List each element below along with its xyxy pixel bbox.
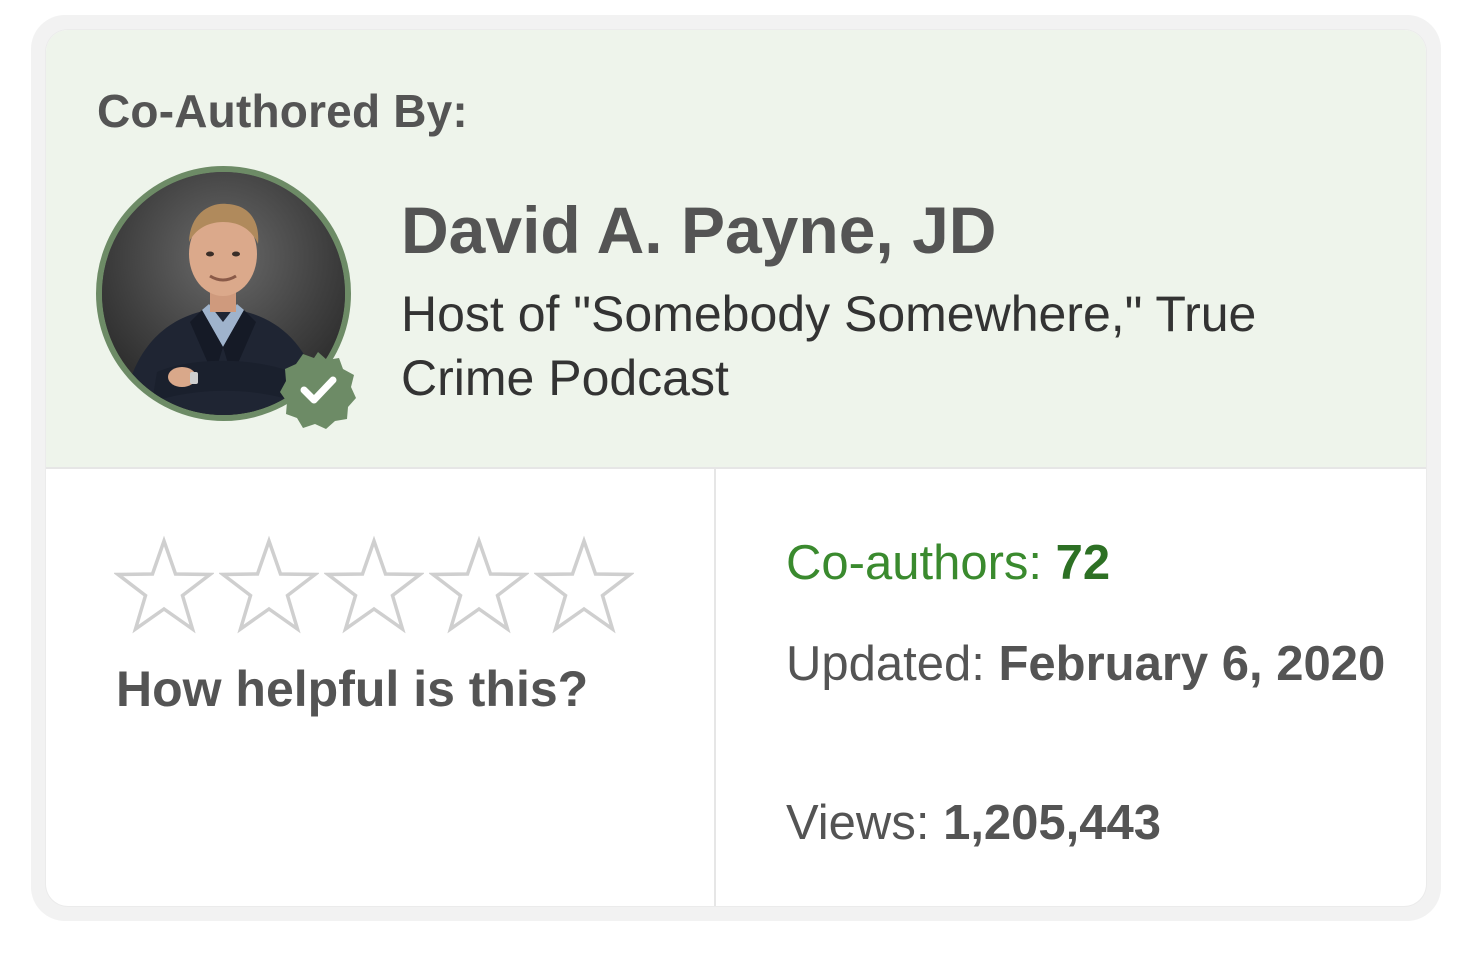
star-1-icon[interactable]: [114, 535, 214, 635]
views-stat: Views: 1,205,443: [786, 795, 1161, 851]
helpful-prompt: How helpful is this?: [116, 661, 589, 717]
coauthor-card: Co-Authored By: David A. Payne, JD Host …: [46, 30, 1426, 906]
updated-stat: Updated: February 6, 2020: [786, 628, 1386, 700]
verified-check-icon: [280, 352, 356, 429]
author-name[interactable]: David A. Payne, JD: [401, 192, 996, 268]
star-4-icon[interactable]: [429, 535, 529, 635]
author-header: Co-Authored By: David A. Payne, JD Host …: [46, 30, 1426, 469]
views-label: Views:: [786, 796, 944, 850]
coauthored-by-label: Co-Authored By:: [97, 85, 468, 137]
updated-date: February 6, 2020: [998, 637, 1386, 691]
updated-label: Updated:: [786, 637, 999, 691]
coauthors-label: Co-authors:: [786, 536, 1056, 590]
author-title: Host of "Somebody Somewhere," True Crime…: [401, 286, 1257, 406]
views-count: 1,205,443: [943, 796, 1162, 850]
rating-stars: [114, 535, 639, 635]
star-3-icon[interactable]: [324, 535, 424, 635]
star-5-icon[interactable]: [534, 535, 634, 635]
coauthors-count: 72: [1055, 536, 1111, 590]
coauthors-stat[interactable]: Co-authors: 72: [786, 535, 1110, 591]
column-divider: [714, 467, 716, 906]
star-2-icon[interactable]: [219, 535, 319, 635]
